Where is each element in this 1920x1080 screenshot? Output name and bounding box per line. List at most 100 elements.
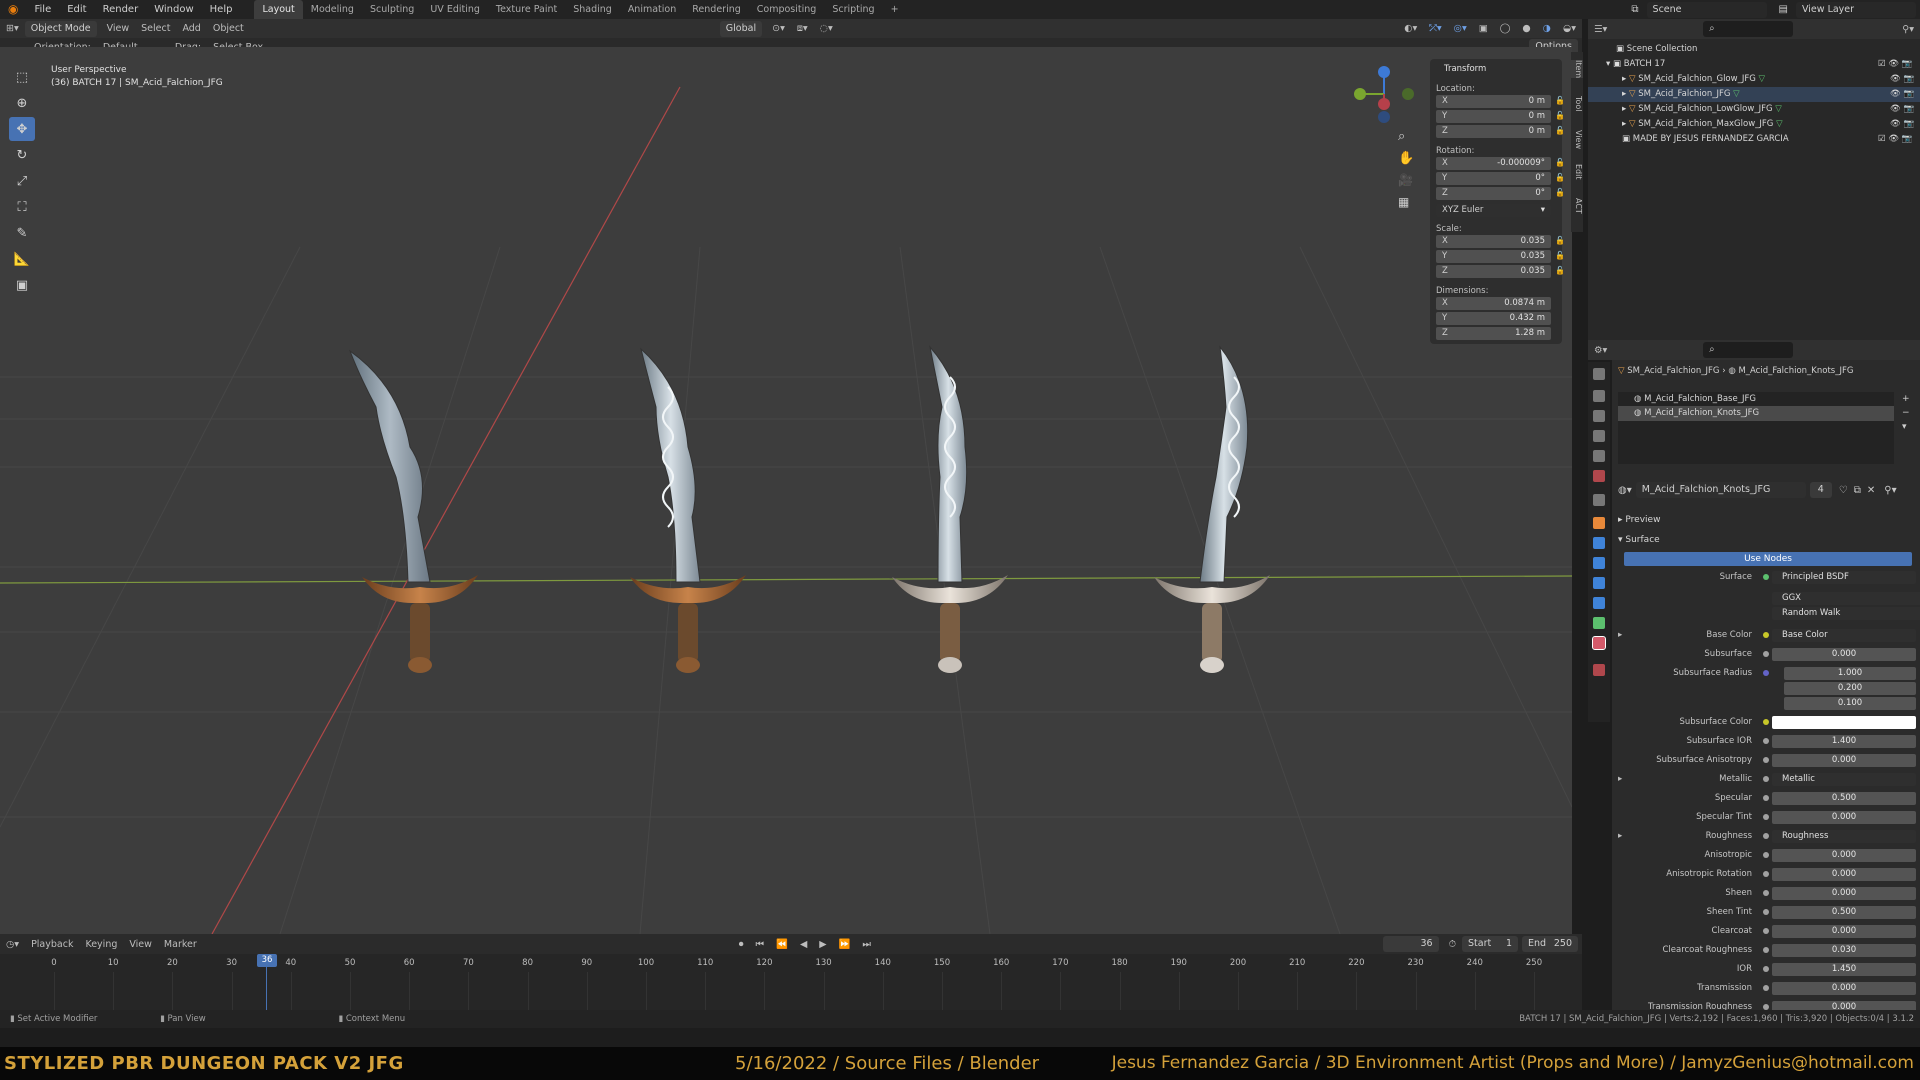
socket-icon[interactable] (1763, 966, 1769, 972)
menu-view[interactable]: View (107, 23, 130, 34)
number-slider[interactable]: 1.450 (1772, 963, 1916, 976)
material-browse-icon[interactable]: ◍▾ (1618, 485, 1632, 496)
editor-type-icon[interactable]: ⊞▾ (6, 23, 19, 34)
expand-icon[interactable]: ▸ (1622, 89, 1629, 99)
visibility-icon[interactable]: ◐▾ (1404, 23, 1417, 34)
playback-menu[interactable]: Playback (31, 939, 73, 950)
xray-icon[interactable]: ▣ (1479, 23, 1488, 34)
remove-slot-icon[interactable]: − (1902, 406, 1916, 420)
frame-ruler[interactable]: 0 10 20 30 40 50 60 70 80 90 100 110 120 130 140 150 160… (0, 954, 1582, 1017)
properties-editor-icon[interactable]: ⚙▾ (1594, 345, 1607, 356)
lock-icon[interactable]: 🔓 (1555, 96, 1565, 105)
lock-icon[interactable]: 🔓 (1555, 158, 1565, 167)
number-slider[interactable]: 0.000 (1772, 925, 1916, 938)
socket-icon[interactable] (1763, 814, 1769, 820)
socket-icon[interactable] (1763, 757, 1769, 763)
play-reverse-icon[interactable]: ◀ (800, 939, 807, 950)
transform-tool-icon[interactable]: ⛶ (9, 195, 35, 219)
use-nodes-button[interactable]: Use Nodes (1624, 552, 1912, 566)
texture-tab-icon[interactable] (1593, 664, 1605, 676)
pivot-icon[interactable]: ⊙▾ (772, 23, 785, 34)
rotation-y-field[interactable]: Y 0° (1436, 172, 1551, 185)
scale-x-field[interactable]: X 0.035 (1436, 235, 1551, 248)
render-tab-icon[interactable] (1593, 390, 1605, 402)
rotation-z-field[interactable]: Z 0° (1436, 187, 1551, 200)
location-x-field[interactable]: X0 m (1436, 95, 1551, 108)
expand-icon[interactable]: ▸ (1622, 74, 1629, 84)
end-frame-field[interactable]: End 250 (1522, 936, 1578, 952)
expand-icon[interactable]: ▸ (1618, 772, 1622, 787)
vector-component-field[interactable]: 1.000 (1784, 667, 1916, 680)
number-slider[interactable]: 0.000 (1772, 887, 1916, 900)
outliner-search-input[interactable]: ⌕ (1703, 21, 1794, 37)
marker-menu[interactable]: Marker (164, 939, 197, 950)
keyframe-next-icon[interactable]: ⏩ (839, 939, 851, 950)
socket-icon[interactable] (1763, 985, 1769, 991)
playhead[interactable]: 36 (257, 954, 277, 967)
socket-icon[interactable] (1763, 719, 1769, 725)
jump-end-icon[interactable]: ⏭ (862, 939, 871, 950)
view-layer-tab-icon[interactable] (1593, 430, 1605, 442)
object-tab-icon[interactable] (1593, 517, 1605, 529)
socket-icon[interactable] (1763, 795, 1769, 801)
fake-user-icon[interactable]: ♡ (1839, 485, 1848, 496)
rotate-tool-icon[interactable]: ↻ (9, 143, 35, 167)
keyframe-prev-icon[interactable]: ⏪ (776, 939, 788, 950)
record-icon[interactable]: ⏺ (739, 939, 744, 950)
visibility-icon[interactable]: 👁 📷 (1890, 72, 1914, 87)
timeline-view-menu[interactable]: View (129, 939, 152, 950)
tab-view[interactable]: View (1571, 130, 1583, 149)
rotation-mode-dropdown[interactable]: XYZ Euler ▾ (1436, 204, 1551, 217)
socket-icon[interactable] (1763, 871, 1769, 877)
visibility-icon[interactable]: 👁 📷 (1890, 102, 1914, 117)
slot-menu-icon[interactable]: ▾ (1902, 420, 1916, 434)
collection-tab-icon[interactable] (1593, 494, 1605, 506)
gizmo-toggle-icon[interactable]: ⤱▾ (1429, 23, 1441, 34)
timeline-editor-icon[interactable]: ◷▾ (6, 939, 19, 950)
socket-icon[interactable] (1763, 909, 1769, 915)
socket-icon[interactable] (1763, 738, 1769, 744)
play-icon[interactable]: ▶ (819, 939, 826, 950)
visibility-icon[interactable]: 👁 📷 (1890, 117, 1914, 132)
world-tab-icon[interactable] (1593, 470, 1605, 482)
color-swatch[interactable] (1772, 716, 1916, 729)
lock-icon[interactable]: 🔓 (1555, 251, 1565, 260)
stopwatch-icon[interactable]: ⏱ (1449, 939, 1456, 950)
socket-icon[interactable] (1763, 670, 1769, 676)
menu-object[interactable]: Object (213, 23, 244, 34)
number-slider[interactable]: 0.500 (1772, 906, 1916, 919)
shading-rendered-icon[interactable]: ◒▾ (1563, 23, 1576, 34)
menu-select[interactable]: Select (141, 23, 170, 34)
add-slot-icon[interactable]: + (1902, 392, 1916, 406)
scale-z-field[interactable]: Z 0.035 (1436, 265, 1551, 278)
socket-icon[interactable] (1763, 852, 1769, 858)
distribution-dropdown[interactable]: GGX (1772, 592, 1920, 605)
select-tool-icon[interactable]: ⬚ (9, 65, 35, 89)
shading-wireframe-icon[interactable]: ◯ (1500, 23, 1511, 34)
output-tab-icon[interactable] (1593, 410, 1605, 422)
duplicate-material-icon[interactable]: ⧉ (1854, 485, 1861, 496)
outliner-row[interactable]: ▸ ▽ SM_Acid_Falchion_LowGlow_JFG ▽ 👁 📷 (1588, 102, 1920, 117)
tab-layout[interactable]: Layout (254, 0, 303, 19)
menu-add[interactable]: Add (182, 23, 200, 34)
linked-node-field[interactable]: Base Color (1772, 629, 1916, 642)
outliner-row[interactable]: ▸ ▽ SM_Acid_Falchion_MaxGlow_JFG ▽ 👁 📷 (1588, 117, 1920, 132)
menu-file[interactable]: File (26, 0, 59, 19)
checkbox-icon[interactable]: ☑ 👁 📷 (1878, 57, 1912, 72)
rotation-x-field[interactable]: X -0.000009° (1436, 157, 1551, 170)
expand-icon[interactable]: ▾ (1606, 59, 1613, 69)
proportional-edit-icon[interactable]: ◌▾ (820, 23, 833, 34)
location-z-field[interactable]: Z0 m (1436, 125, 1551, 138)
constraints-tab-icon[interactable] (1593, 597, 1605, 609)
blender-logo-icon[interactable]: ◉ (0, 0, 26, 19)
tab-animation[interactable]: Animation (620, 0, 684, 19)
modifier-tab-icon[interactable] (1593, 537, 1605, 549)
mode-selector[interactable]: Object Mode (24, 20, 97, 37)
filter-icon[interactable]: ⚲▾ (1902, 24, 1914, 35)
socket-icon[interactable] (1763, 651, 1769, 657)
camera-view-icon[interactable]: 🎥 (1398, 173, 1413, 187)
unlink-material-icon[interactable]: ✕ (1867, 485, 1875, 496)
tab-sculpting[interactable]: Sculpting (362, 0, 422, 19)
lock-icon[interactable]: 🔓 (1555, 126, 1565, 135)
view-layer-selector[interactable]: View Layer (1796, 1, 1916, 18)
